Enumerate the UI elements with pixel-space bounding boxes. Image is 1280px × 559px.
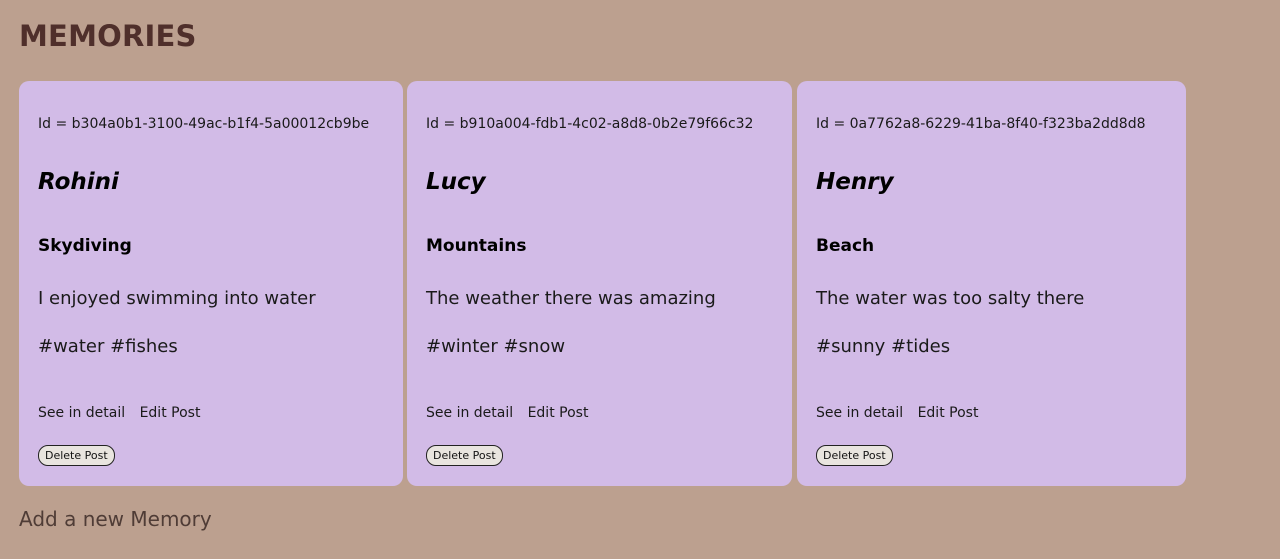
memory-author: Rohini — [38, 169, 119, 195]
memory-tags: #winter #snow — [426, 336, 566, 357]
memory-card: Id = 0a7762a8-6229-41ba-8f40-f323ba2dd8d… — [797, 81, 1186, 486]
see-in-detail-link[interactable]: See in detail — [38, 405, 125, 421]
memory-title: Mountains — [426, 236, 527, 256]
memory-actions: See in detail Edit Post — [816, 405, 988, 421]
memory-message: The water was too salty there — [816, 288, 1085, 309]
memory-card: Id = b910a004-fdb1-4c02-a8d8-0b2e79f66c3… — [407, 81, 792, 486]
memory-card: Id = b304a0b1-3100-49ac-b1f4-5a00012cb9b… — [19, 81, 403, 486]
delete-post-button[interactable]: Delete Post — [38, 445, 115, 466]
memory-id: Id = b910a004-fdb1-4c02-a8d8-0b2e79f66c3… — [426, 116, 754, 132]
edit-post-link[interactable]: Edit Post — [918, 405, 979, 421]
edit-post-link[interactable]: Edit Post — [140, 405, 201, 421]
memory-tags: #sunny #tides — [816, 336, 951, 357]
memory-author: Lucy — [426, 169, 486, 195]
memory-tags: #water #fishes — [38, 336, 178, 357]
delete-post-button[interactable]: Delete Post — [426, 445, 503, 466]
memory-message: I enjoyed swimming into water — [38, 288, 316, 309]
add-memory-link[interactable]: Add a new Memory — [19, 507, 212, 531]
memory-actions: See in detail Edit Post — [426, 405, 598, 421]
memory-id: Id = b304a0b1-3100-49ac-b1f4-5a00012cb9b… — [38, 116, 370, 132]
page-title: MEMORIES — [19, 19, 197, 53]
memory-title: Skydiving — [38, 236, 132, 256]
memory-actions: See in detail Edit Post — [38, 405, 210, 421]
see-in-detail-link[interactable]: See in detail — [426, 405, 513, 421]
memory-message: The weather there was amazing — [426, 288, 716, 309]
edit-post-link[interactable]: Edit Post — [528, 405, 589, 421]
memory-author: Henry — [816, 169, 894, 195]
memory-id: Id = 0a7762a8-6229-41ba-8f40-f323ba2dd8d… — [816, 116, 1146, 132]
see-in-detail-link[interactable]: See in detail — [816, 405, 903, 421]
delete-post-button[interactable]: Delete Post — [816, 445, 893, 466]
memory-title: Beach — [816, 236, 875, 256]
